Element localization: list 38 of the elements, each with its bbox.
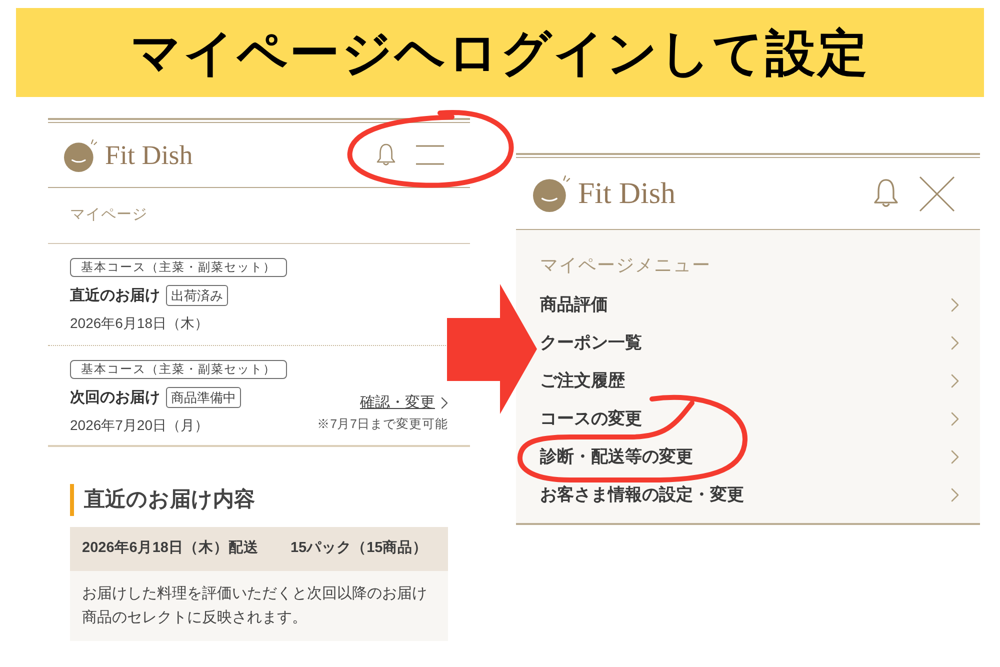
logo-icon: [533, 175, 570, 212]
chevron-icon: [951, 488, 959, 502]
section-heading: 直近のお届け内容: [70, 484, 448, 516]
close-icon[interactable]: [919, 176, 955, 212]
menu-title: マイページメニュー: [540, 254, 712, 277]
course-badge: 基本コース（主菜・副菜セット）: [70, 258, 287, 277]
menu-item[interactable]: コースの変更: [540, 400, 959, 438]
chevron-icon: [951, 374, 959, 388]
menu-item[interactable]: 商品評価: [540, 286, 959, 324]
status-badge: 商品準備中: [166, 387, 241, 408]
summary-message: お届けした料理を評価いただくと次回以降のお届け商品のセレクトに反映されます。: [70, 571, 448, 641]
menu-icon[interactable]: [416, 145, 444, 165]
chevron-icon: [951, 298, 959, 312]
delivery-date: 2026年7月20日（月）: [70, 416, 209, 434]
banner-title: マイページヘログインして設定: [130, 28, 870, 78]
course-badge: 基本コース（主菜・副菜セット）: [70, 360, 287, 379]
menu-item[interactable]: 診断・配送等の変更: [540, 438, 959, 476]
delivery-date: 2026年6月18日（木）: [70, 314, 209, 332]
delivery-label: 直近のお届け: [70, 286, 160, 306]
bell-icon[interactable]: [873, 178, 899, 209]
menu-item[interactable]: ご注文履歴: [540, 362, 959, 400]
logo-text: Fit Dish: [578, 178, 676, 208]
menu-item[interactable]: お客さま情報の設定・変更: [540, 476, 959, 514]
delivery-label: 次回のお届け: [70, 388, 160, 408]
chevron-icon: [951, 336, 959, 350]
chevron-icon: [441, 397, 448, 409]
pack-count: 15パック（15商品）: [290, 538, 428, 558]
delivery-summary-date: 2026年6月18日（木）配送: [82, 538, 258, 558]
logo-icon: [64, 138, 97, 172]
menu-item[interactable]: クーポン一覧: [540, 324, 959, 362]
change-link[interactable]: 確認・変更: [360, 393, 448, 413]
status-badge: 出荷済み: [166, 285, 228, 306]
change-note: ※7月7日まで変更可能: [317, 416, 448, 432]
chevron-icon: [951, 412, 959, 426]
page-title: マイページ: [70, 205, 148, 226]
bell-icon[interactable]: [376, 143, 396, 167]
chevron-icon: [951, 450, 959, 464]
logo-text: Fit Dish: [105, 142, 193, 168]
